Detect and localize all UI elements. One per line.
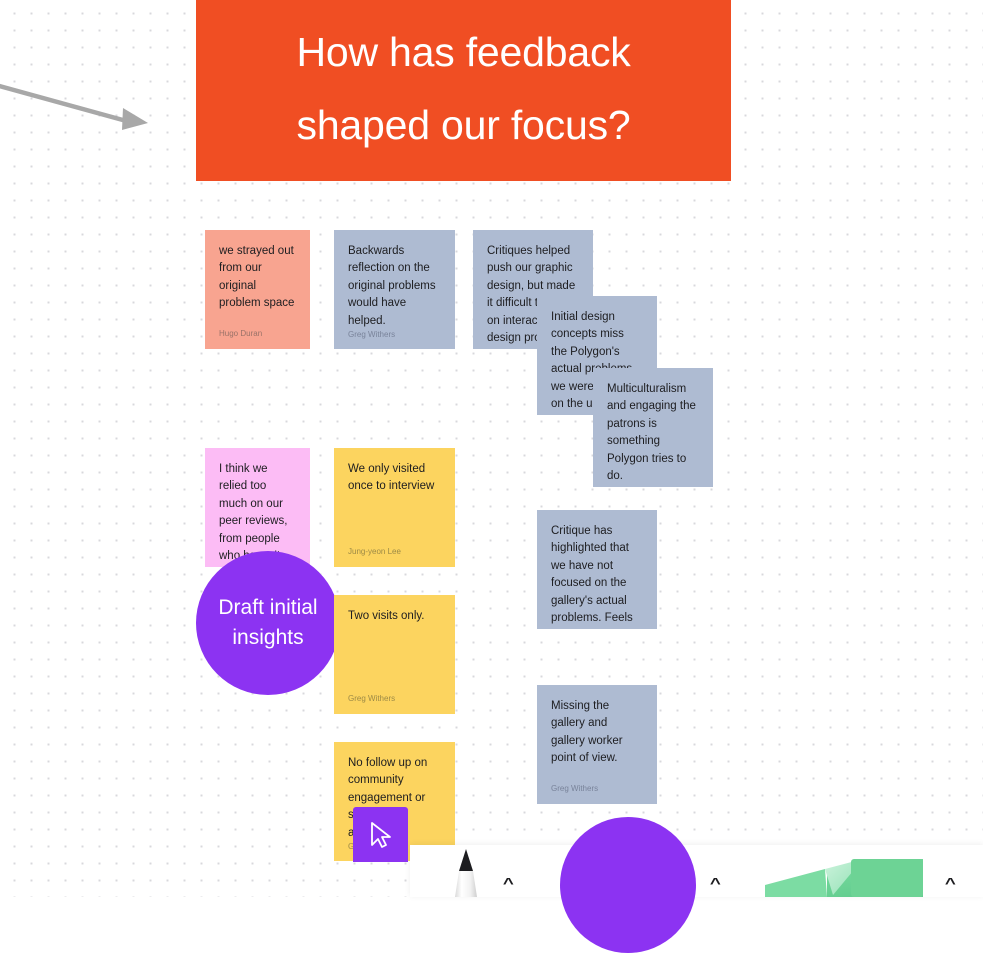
shape-tool-button[interactable] [560,817,696,953]
sticky-note[interactable]: Multiculturalism and engaging the patron… [593,368,713,487]
note-text: Backwards reflection on the original pro… [348,245,436,327]
note-author: Hugo Duran [219,328,263,338]
note-author: Greg Withers [551,783,599,793]
sticky-note[interactable]: Missing the gallery and gallery worker p… [537,685,657,804]
note-text: Missing the gallery and gallery worker p… [551,700,623,765]
select-tool-button[interactable] [353,807,408,862]
note-author: Greg Withers [348,693,396,703]
note-text: Two visits only. [348,610,425,622]
note-text: we strayed out from our original problem… [219,245,295,310]
pen-options-chevron-icon[interactable]: ^ [503,876,514,891]
banner-title-line-2: shaped our focus? [296,101,631,148]
note-text: Critique has highlighted that we have no… [551,525,633,625]
banner-title-line-1: How has feedback [296,28,631,75]
board-title-banner[interactable]: How has feedback shaped our focus? [196,0,731,181]
insight-circle-sticker[interactable]: Draft initial insights [196,551,340,695]
note-author: Greg Withers [607,486,699,487]
note-author: Greg Withers [348,330,396,340]
sticky-note[interactable]: we strayed out from our original problem… [205,230,310,349]
sticky-note[interactable]: We only visited once to interview Jung-y… [334,448,455,567]
sticky-note[interactable]: Backwards reflection on the original pro… [334,230,455,349]
sticky-note-tool-button[interactable] [765,851,923,897]
sticky-note[interactable]: Critique has highlighted that we have no… [537,510,657,629]
note-text: We only visited once to interview [348,463,435,493]
pen-tool-button[interactable] [448,847,484,897]
sticky-note[interactable]: Two visits only. Greg Withers [334,595,455,714]
note-text: Multiculturalism and engaging the patron… [607,383,696,483]
note-author: Jung-yeon Lee [348,546,401,556]
sticker-label: Draft initial insights [218,595,318,649]
whiteboard-canvas[interactable]: How has feedback shaped our focus? we st… [0,0,983,897]
arrow-connector[interactable] [0,78,158,140]
sticky-options-chevron-icon[interactable]: ^ [945,876,956,891]
sticky-note[interactable]: I think we relied too much on our peer r… [205,448,310,567]
shape-options-chevron-icon[interactable]: ^ [710,876,721,891]
cursor-icon [370,821,391,848]
